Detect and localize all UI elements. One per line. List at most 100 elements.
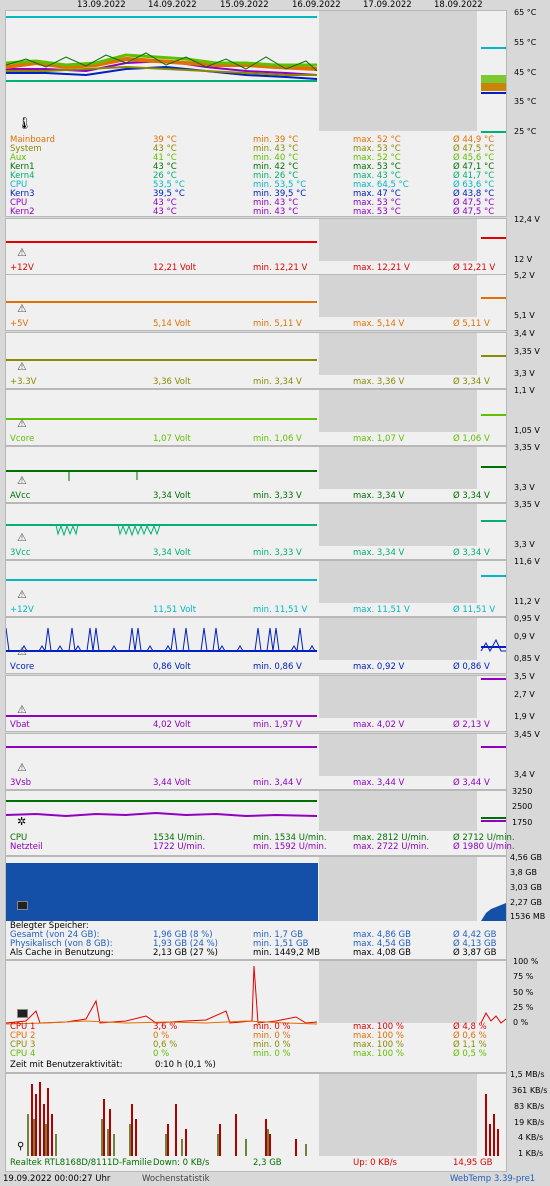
min-value: min. 12,21 V [253,263,308,273]
max-value: max. 100 % [353,1049,404,1059]
min-value: min. 1592 U/min. [253,842,327,852]
axis-label: 25 °C [514,127,537,136]
sensor-name: +12V [10,605,34,615]
max-value: max. 12,21 V [353,263,410,273]
fan-panel: ✲ CPU 1534 U/min. min. 1534 U/min. max. 281… [5,790,515,856]
min-value: min. 5,11 V [253,319,302,329]
voltage-panel: ⚠ +3.3V 3,36 Volt min. 3,34 V max. 3,36 V Ø 3… [5,332,507,389]
axis-label: 75 % [513,972,534,981]
current-value: 43 °C [153,207,177,217]
volts-row: +5V 5,14 Volt min. 5,11 V max. 5,14 V Ø 5,11… [10,320,500,329]
avg-value: Ø 5,11 V [453,319,490,329]
sensor-name: +3.3V [10,377,37,387]
max-value: max. 4,02 V [353,720,405,730]
max-value: max. 1,07 V [353,434,405,444]
voltage-panel: ⚠ Vcore 0,86 Volt min. 0,86 V max. 0,92 V Ø 0… [5,617,507,674]
current-value: 3,36 Volt [153,377,191,387]
axis-label: 4 KB/s [518,1133,544,1142]
axis-label: 11,6 V [514,557,540,566]
net-up-total: 14,95 GB [453,1158,493,1168]
sensor-name: Vcore [10,434,35,444]
cpu-chip-icon [17,1009,28,1018]
sensor-name: Als Cache in Benutzung: [10,948,114,958]
axis-label: 3,4 V [514,329,535,338]
max-value: max. 3,36 V [353,377,405,387]
fan-graph [6,800,506,822]
axis-label: 2,27 GB [510,898,543,907]
axis-label: 3250 [512,787,533,796]
volts-row: +3.3V 3,36 Volt min. 3,34 V max. 3,36 V Ø 3,… [10,378,500,387]
sensor-name: Vcore [10,662,35,672]
avg-value: Ø 1,06 V [453,434,490,444]
volts-row: +12V 11,51 Volt min. 11,51 V max. 11,51 V Ø … [10,606,500,615]
temperature-graph [6,16,506,133]
voltage-graph [6,237,506,243]
voltage-panel: ⚠ Vcore 1,07 Volt min. 1,06 V max. 1,07 V Ø 1… [5,389,507,446]
status-bar: 19.09.2022 00:00:27 Uhr Wochenstatistik … [0,1173,550,1186]
voltage-icon: ⚠ [17,360,27,373]
current-value: 11,51 Volt [153,605,197,615]
voltage-graph [6,575,506,581]
voltage-panel: ⚠ Vbat 4,02 Volt min. 1,97 V max. 4,02 V Ø 2,… [5,675,507,732]
voltage-icon: ⚠ [17,302,27,315]
avg-value: Ø 3,34 V [453,377,490,387]
mode-label: Wochenstatistik [142,1174,210,1184]
axis-label: 55 °C [514,38,537,47]
date-label: 18.09.2022 [434,0,483,10]
date-label: 13.09.2022 [77,0,126,10]
voltage-icon: ⚠ [17,417,27,430]
axis-label: 1536 MB [510,912,546,921]
axis-label: 65 °C [514,8,537,17]
avg-value: Ø 3,87 GB [453,948,497,958]
sensor-name: 3Vcc [10,548,31,558]
voltage-icon: ⚠ [17,474,27,487]
voltage-graph [6,355,506,361]
max-value: max. 3,34 V [353,491,405,501]
useractivity-label: Zeit mit Benutzeraktivität: [10,1060,123,1070]
axis-label: 3,45 V [514,730,540,739]
network-icon: ⚲ [17,1141,25,1152]
max-value: max. 5,14 V [353,319,405,329]
axis-label: 0,9 V [514,632,535,641]
min-value: min. 11,51 V [253,605,308,615]
avg-value: Ø 3,34 V [453,491,490,501]
axis-label: 3,35 V [514,500,540,509]
axis-label: 0,85 V [514,654,540,663]
axis-label: 3,35 V [514,347,540,356]
avg-value: Ø 1980 U/min. [453,842,515,852]
volts-row: +12V 12,21 Volt min. 12,21 V max. 12,21 V Ø … [10,264,500,273]
volts-row: Vcore 0,86 Volt min. 0,86 V max. 0,92 V Ø 0,… [10,663,500,672]
voltage-panel: ⚠ +5V 5,14 Volt min. 5,11 V max. 5,14 V Ø 5,1… [5,274,507,331]
thermometer-icon: 🌡 [17,116,33,130]
max-value: max. 0,92 V [353,662,405,672]
voltage-icon: ⚠ [17,246,27,259]
axis-label: 3,03 GB [510,883,543,892]
voltage-graph [6,746,506,748]
network-panel: ⚲ Realtek RTL8168D/8111D-Familie Down: 0… [5,1073,507,1172]
axis-label: 1750 [512,818,533,827]
sensor-name: 3Vsb [10,778,32,788]
sensor-name: CPU 4 [10,1049,36,1059]
voltage-graph [6,520,506,537]
sensor-name: +12V [10,263,34,273]
min-value: min. 3,33 V [253,491,302,501]
min-value: min. 3,34 V [253,377,302,387]
date-label: 17.09.2022 [363,0,412,10]
max-value: max. 3,34 V [353,548,405,558]
current-value: 1722 U/min. [153,842,206,852]
axis-label: 4,56 GB [510,853,543,862]
volts-row: Vbat 4,02 Volt min. 1,97 V max. 4,02 V Ø 2,1… [10,721,500,730]
net-down-total: 2,3 GB [253,1158,282,1168]
webtemp-window: { "dates":["13.09.2022","14.09.2022","15… [0,0,550,1186]
voltage-panel: ⚠ +12V 12,21 Volt min. 12,21 V max. 12,21 V Ø… [5,218,507,275]
min-value: min. 43 °C [253,207,299,217]
timestamp: 19.09.2022 00:00:27 Uhr [3,1174,111,1184]
current-value: 3,44 Volt [153,778,191,788]
voltage-icon: ⚠ [17,531,27,544]
network-graph [27,1082,499,1156]
voltage-icon: ⚠ [17,761,27,774]
cpu.rows-row: CPU 4 0 % min. 0 % max. 100 % Ø 0,5 % [10,1050,500,1059]
cpu-graph [6,965,507,1025]
temperature-panel: 🌡 Mainboard 39 °C min. 39 °C max. 52 °C Ø 44… [5,10,507,217]
date-label: 16.09.2022 [292,0,341,10]
